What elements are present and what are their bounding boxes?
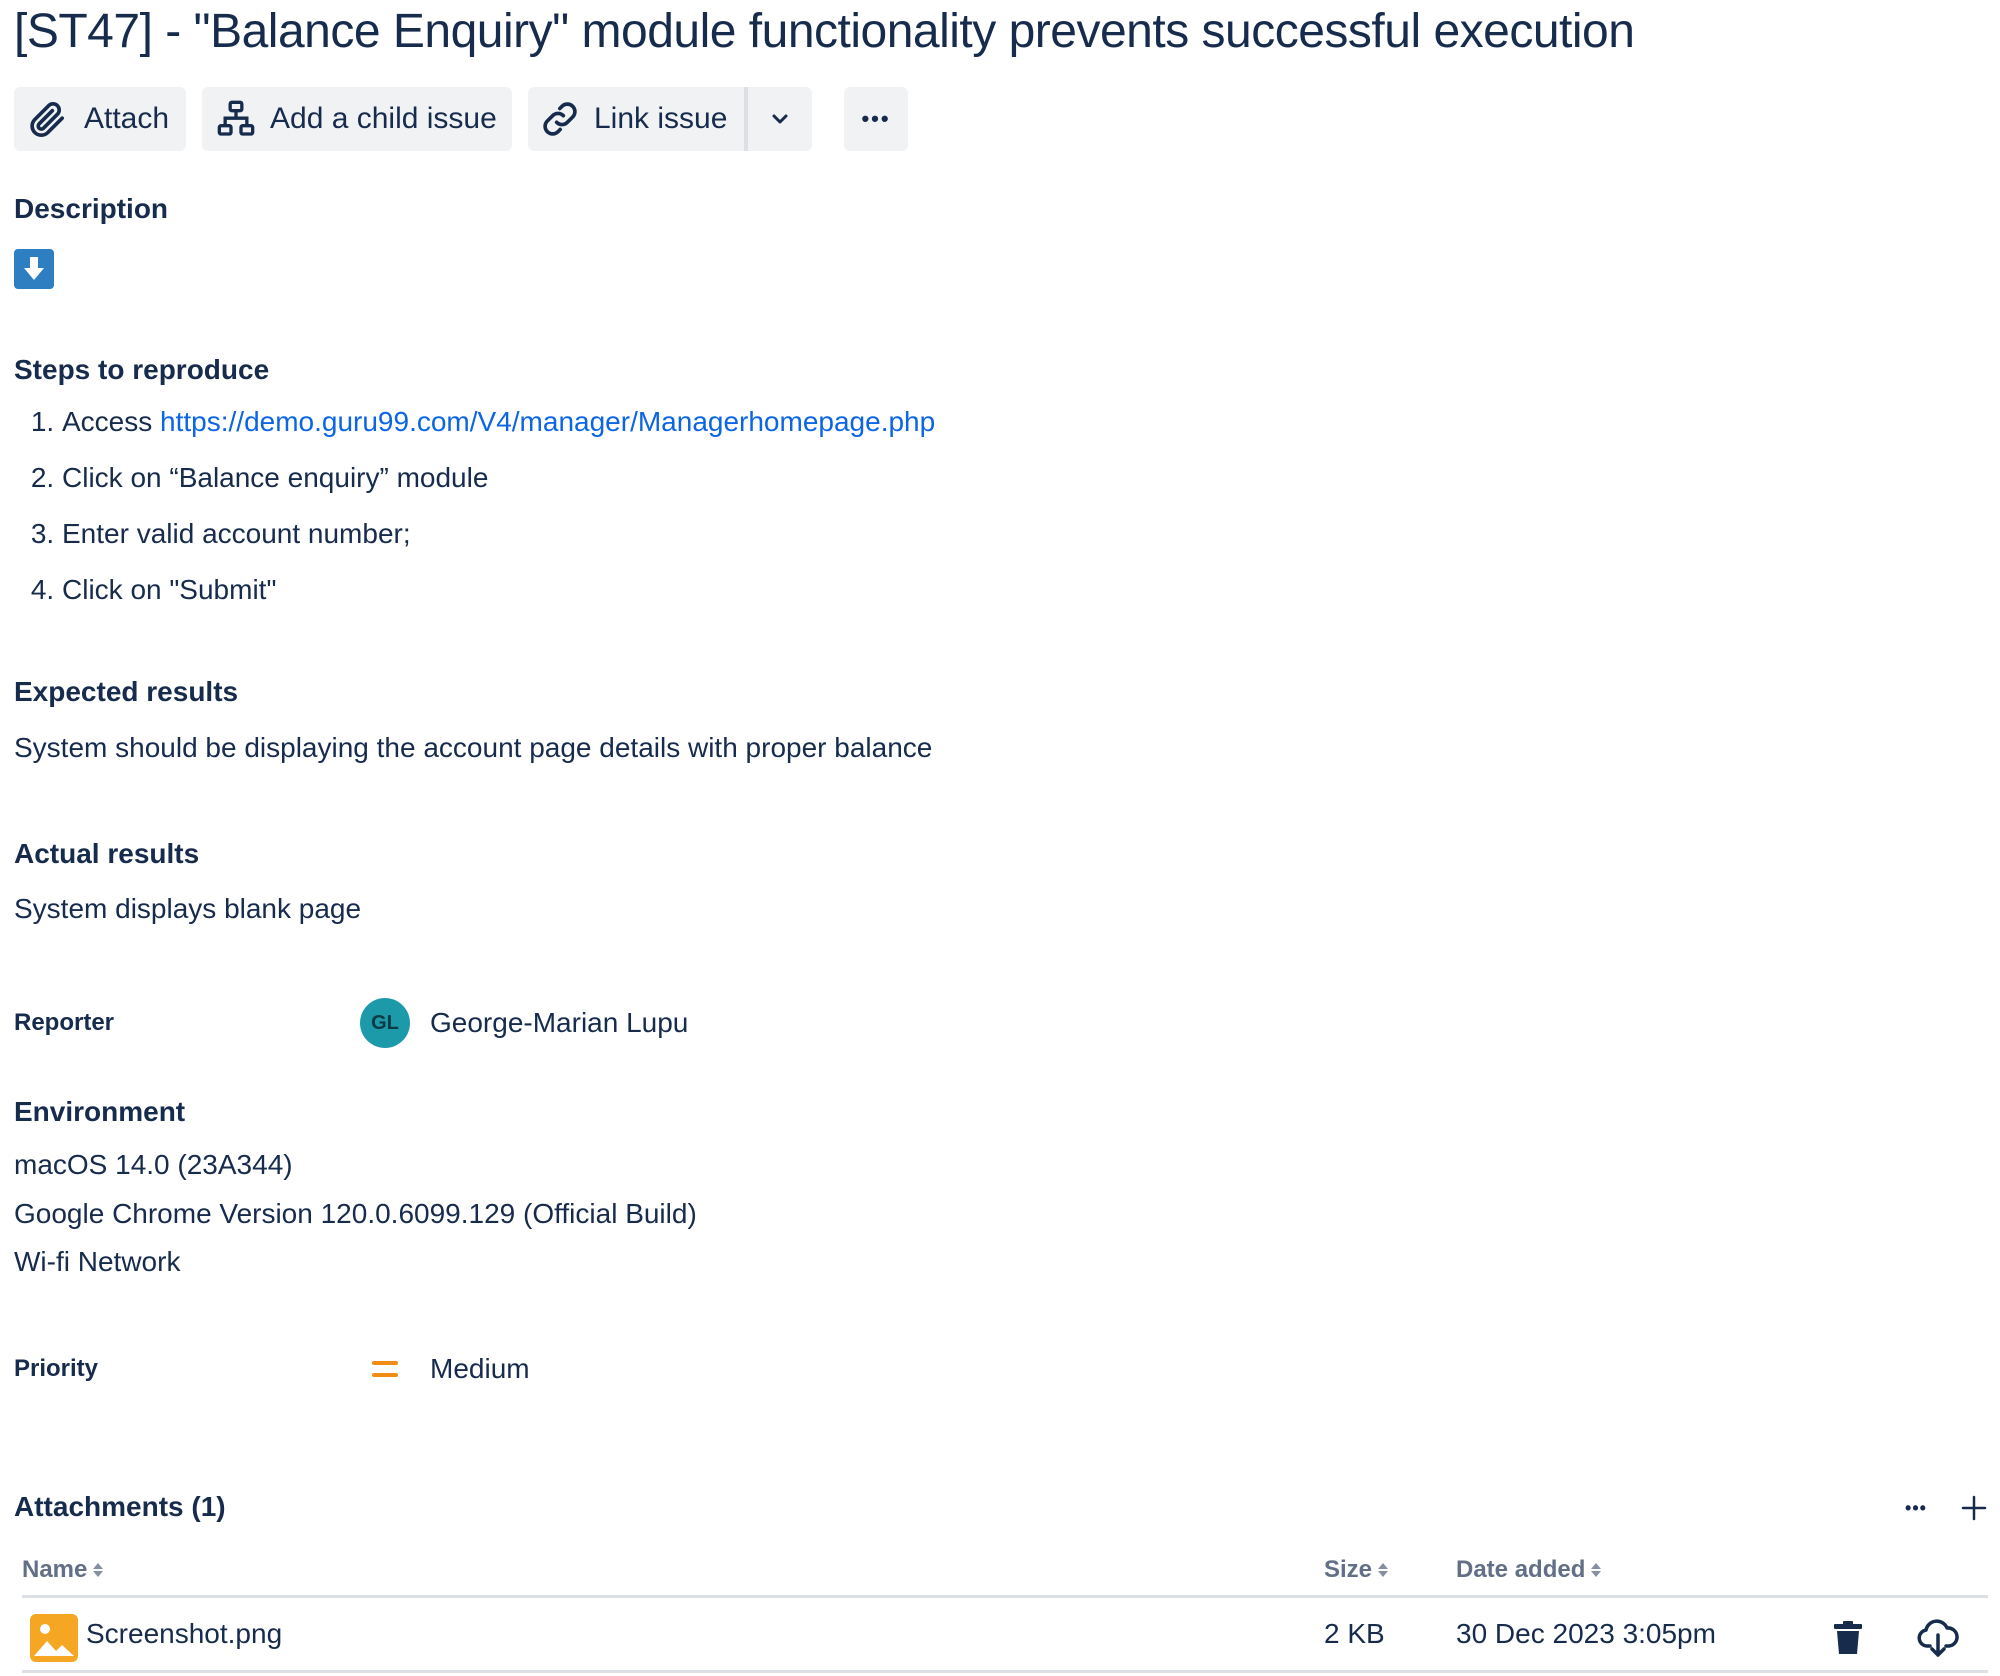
expected-text: System should be displaying the account …: [14, 732, 933, 763]
steps-heading: Steps to reproduce: [14, 354, 270, 385]
priority-medium-icon: [372, 1359, 398, 1379]
step-url-link[interactable]: https://demo.guru99.com/V4/manager/Manag…: [160, 406, 935, 437]
environment-heading: Environment: [14, 1096, 186, 1127]
sort-icon: [1591, 1563, 1602, 1577]
issue-title[interactable]: [ST47] - "Balance Enquiry" module functi…: [14, 4, 1635, 59]
step-item: Access https://demo.guru99.com/V4/manage…: [62, 402, 935, 458]
column-header-label: Name: [22, 1556, 88, 1583]
reporter-label: Reporter: [14, 1009, 115, 1036]
column-header-label: Date added: [1456, 1556, 1586, 1583]
avatar[interactable]: GL: [360, 998, 410, 1048]
expected-heading: Expected results: [14, 676, 239, 707]
column-header-size[interactable]: Size: [1324, 1556, 1389, 1584]
attach-label: Attach: [84, 102, 170, 135]
add-child-issue-button[interactable]: Add a child issue: [202, 87, 512, 151]
more-icon: •••: [861, 106, 891, 131]
step-item: Click on "Submit": [62, 570, 935, 626]
chevron-down-icon: [772, 114, 788, 124]
image-file-icon: [30, 1614, 78, 1662]
attachment-date: 30 Dec 2023 3:05pm: [1456, 1618, 1716, 1649]
child-issue-icon: [217, 100, 255, 136]
download-attachment-button[interactable]: [1914, 1616, 1962, 1660]
actual-heading: Actual results: [14, 838, 200, 869]
column-header-name[interactable]: Name: [22, 1556, 104, 1584]
environment-line: Wi-fi Network: [14, 1246, 181, 1277]
link-icon: [543, 102, 577, 136]
attach-button[interactable]: Attach: [14, 87, 186, 151]
step-item: Enter valid account number;: [62, 514, 935, 570]
table-header-divider: [22, 1595, 1988, 1598]
step-item: Click on “Balance enquiry” module: [62, 458, 935, 514]
sort-icon: [1378, 1563, 1389, 1577]
add-attachment-button[interactable]: [1954, 1490, 1994, 1526]
description-heading: Description: [14, 193, 169, 224]
plus-icon: [1961, 1495, 1987, 1521]
cloud-download-icon: [1917, 1619, 1959, 1657]
add-child-issue-label: Add a child issue: [270, 102, 497, 135]
attachments-heading: Attachments (1): [14, 1491, 226, 1522]
steps-list: Access https://demo.guru99.com/V4/manage…: [28, 402, 935, 626]
actual-text: System displays blank page: [14, 893, 362, 924]
trash-icon: [1834, 1621, 1862, 1654]
column-header-label: Size: [1324, 1556, 1373, 1583]
paperclip-icon: [30, 102, 64, 138]
table-bottom-divider: [22, 1670, 1988, 1673]
download-arrow-icon: [14, 249, 54, 289]
attachment-name[interactable]: Screenshot.png: [86, 1618, 282, 1650]
priority-label: Priority: [14, 1355, 99, 1382]
reporter-name[interactable]: George-Marian Lupu: [430, 1007, 688, 1039]
attachments-more-button[interactable]: •••: [1896, 1490, 1936, 1526]
link-issue-button[interactable]: Link issue: [528, 87, 744, 151]
sort-icon: [93, 1563, 104, 1577]
link-issue-label: Link issue: [594, 102, 728, 135]
table-row[interactable]: Screenshot.png 2 KB 30 Dec 2023 3:05pm: [22, 1600, 1988, 1670]
attachment-size: 2 KB: [1324, 1618, 1385, 1649]
more-icon: •••: [1905, 1497, 1927, 1518]
more-actions-button[interactable]: •••: [844, 87, 908, 151]
column-header-date[interactable]: Date added: [1456, 1556, 1602, 1584]
link-issue-dropdown-button[interactable]: [748, 87, 812, 151]
priority-value[interactable]: Medium: [430, 1353, 530, 1385]
delete-attachment-button[interactable]: [1828, 1618, 1868, 1658]
step-prefix: Access: [62, 406, 161, 437]
environment-line: macOS 14.0 (23A344): [14, 1149, 293, 1180]
environment-line: Google Chrome Version 120.0.6099.129 (Of…: [14, 1198, 697, 1229]
